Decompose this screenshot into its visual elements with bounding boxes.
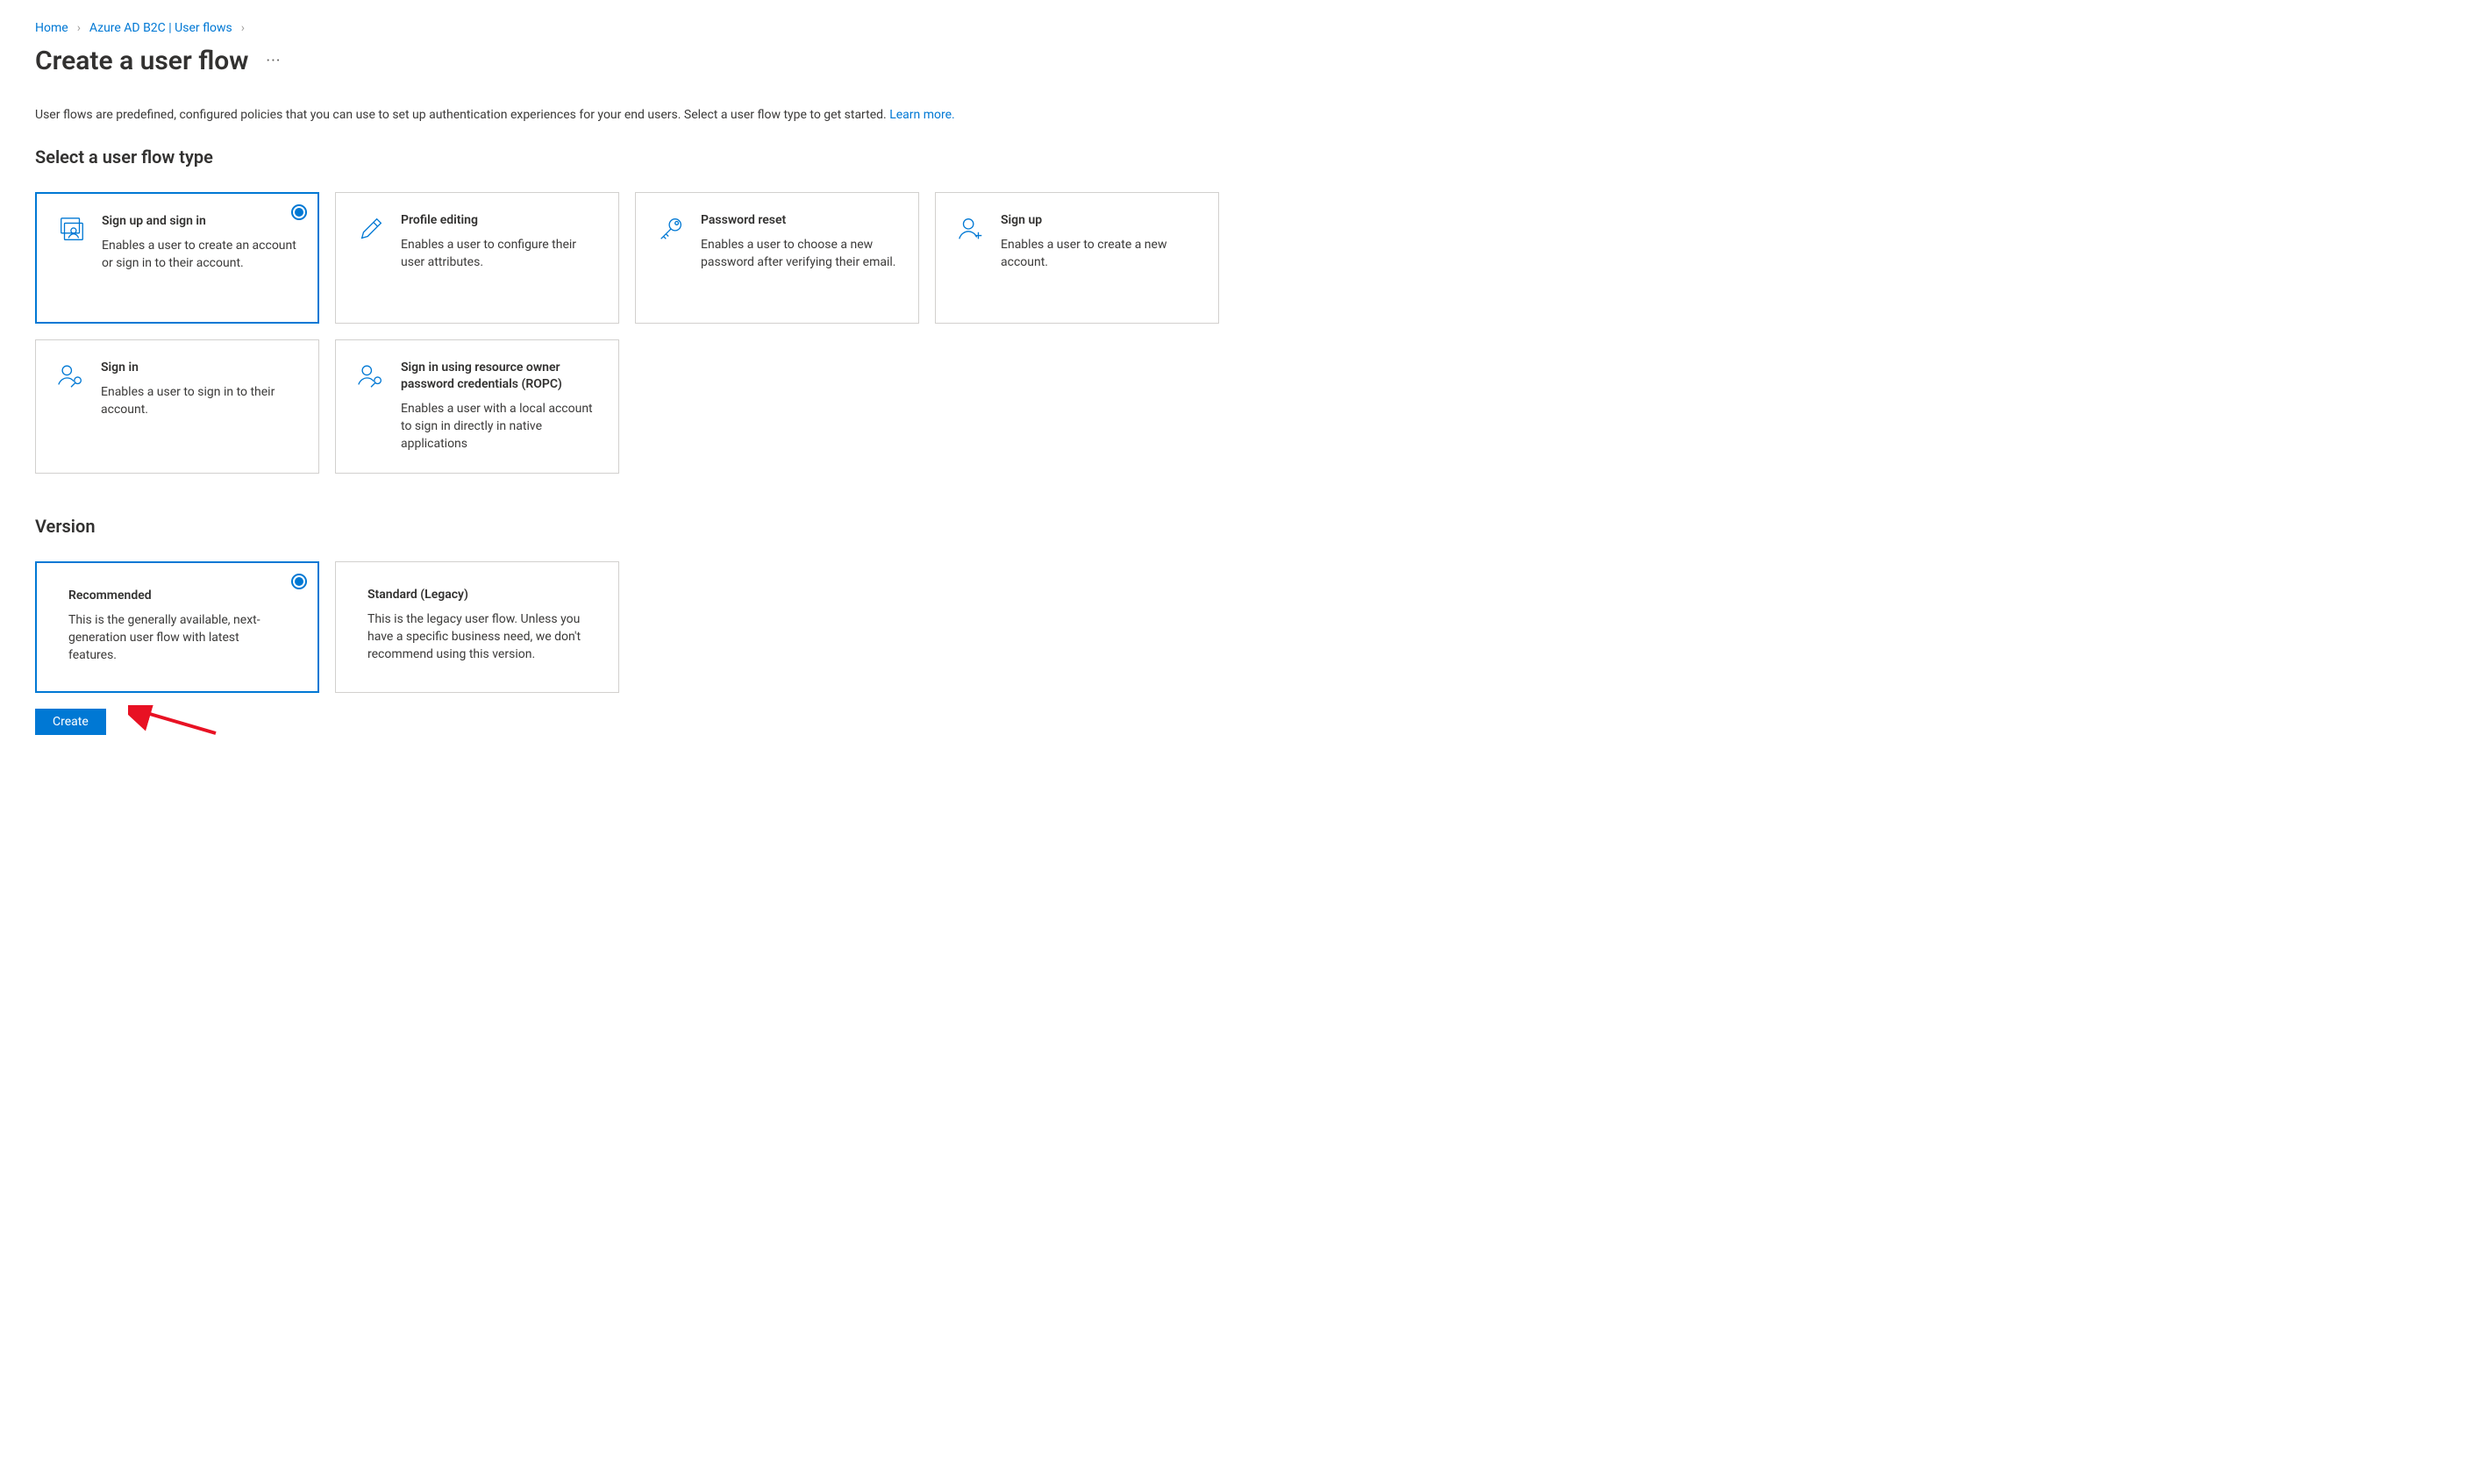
card-desc: Enables a user to choose a new password … [701, 236, 899, 272]
intro-body: User flows are predefined, configured po… [35, 108, 889, 122]
signup-signin-icon [56, 213, 88, 245]
flow-card-signup-signin[interactable]: Sign up and sign in Enables a user to cr… [35, 192, 319, 324]
version-card-standard-legacy[interactable]: Standard (Legacy) This is the legacy use… [335, 561, 619, 693]
card-desc: Enables a user with a local account to s… [401, 400, 599, 453]
chevron-right-icon: › [77, 21, 81, 35]
flow-card-signin[interactable]: Sign in Enables a user to sign in to the… [35, 339, 319, 474]
flow-card-ropc[interactable]: Sign in using resource owner password cr… [335, 339, 619, 474]
card-title: Sign up and sign in [102, 213, 298, 230]
card-title: Recommended [68, 588, 286, 604]
breadcrumb-path[interactable]: Azure AD B2C | User flows [89, 21, 232, 35]
annotation-arrow-icon [128, 705, 225, 740]
card-desc: This is the generally available, next-ge… [68, 611, 286, 665]
user-plus-icon [955, 212, 987, 244]
breadcrumb-home[interactable]: Home [35, 21, 68, 35]
flow-card-password-reset[interactable]: Password reset Enables a user to choose … [635, 192, 919, 324]
more-actions-icon[interactable]: ··· [262, 48, 284, 74]
version-card-recommended[interactable]: Recommended This is the generally availa… [35, 561, 319, 693]
card-title: Sign up [1001, 212, 1199, 229]
radio-selected-icon [291, 574, 307, 589]
card-desc: Enables a user to create an account or s… [102, 237, 298, 273]
intro-text: User flows are predefined, configured po… [35, 108, 2433, 122]
card-title: Password reset [701, 212, 899, 229]
chevron-right-icon: › [241, 21, 245, 35]
radio-selected-icon [291, 204, 307, 220]
card-title: Sign in [101, 360, 299, 376]
pencil-icon [355, 212, 387, 244]
section-title-version: Version [35, 516, 2433, 537]
version-grid: Recommended This is the generally availa… [35, 561, 2433, 693]
card-desc: Enables a user to create a new account. [1001, 236, 1199, 272]
create-button[interactable]: Create [35, 709, 106, 735]
page-title: Create a user flow [35, 46, 248, 76]
section-title-flow-type: Select a user flow type [35, 146, 2433, 168]
card-title: Profile editing [401, 212, 599, 229]
breadcrumb: Home › Azure AD B2C | User flows › [35, 21, 2433, 35]
page-title-row: Create a user flow ··· [35, 46, 2433, 76]
card-desc: This is the legacy user flow. Unless you… [367, 610, 587, 664]
card-title: Standard (Legacy) [367, 587, 587, 603]
flow-card-profile-editing[interactable]: Profile editing Enables a user to config… [335, 192, 619, 324]
flow-card-signup[interactable]: Sign up Enables a user to create a new a… [935, 192, 1219, 324]
key-icon [655, 212, 687, 244]
flow-type-grid: Sign up and sign in Enables a user to cr… [35, 192, 2433, 474]
footer-actions: Create [35, 705, 2433, 740]
card-desc: Enables a user to configure their user a… [401, 236, 599, 272]
card-desc: Enables a user to sign in to their accou… [101, 383, 299, 419]
user-key-icon [55, 360, 87, 391]
user-key-icon [355, 360, 387, 391]
card-title: Sign in using resource owner password cr… [401, 360, 599, 393]
learn-more-link[interactable]: Learn more. [889, 108, 955, 122]
